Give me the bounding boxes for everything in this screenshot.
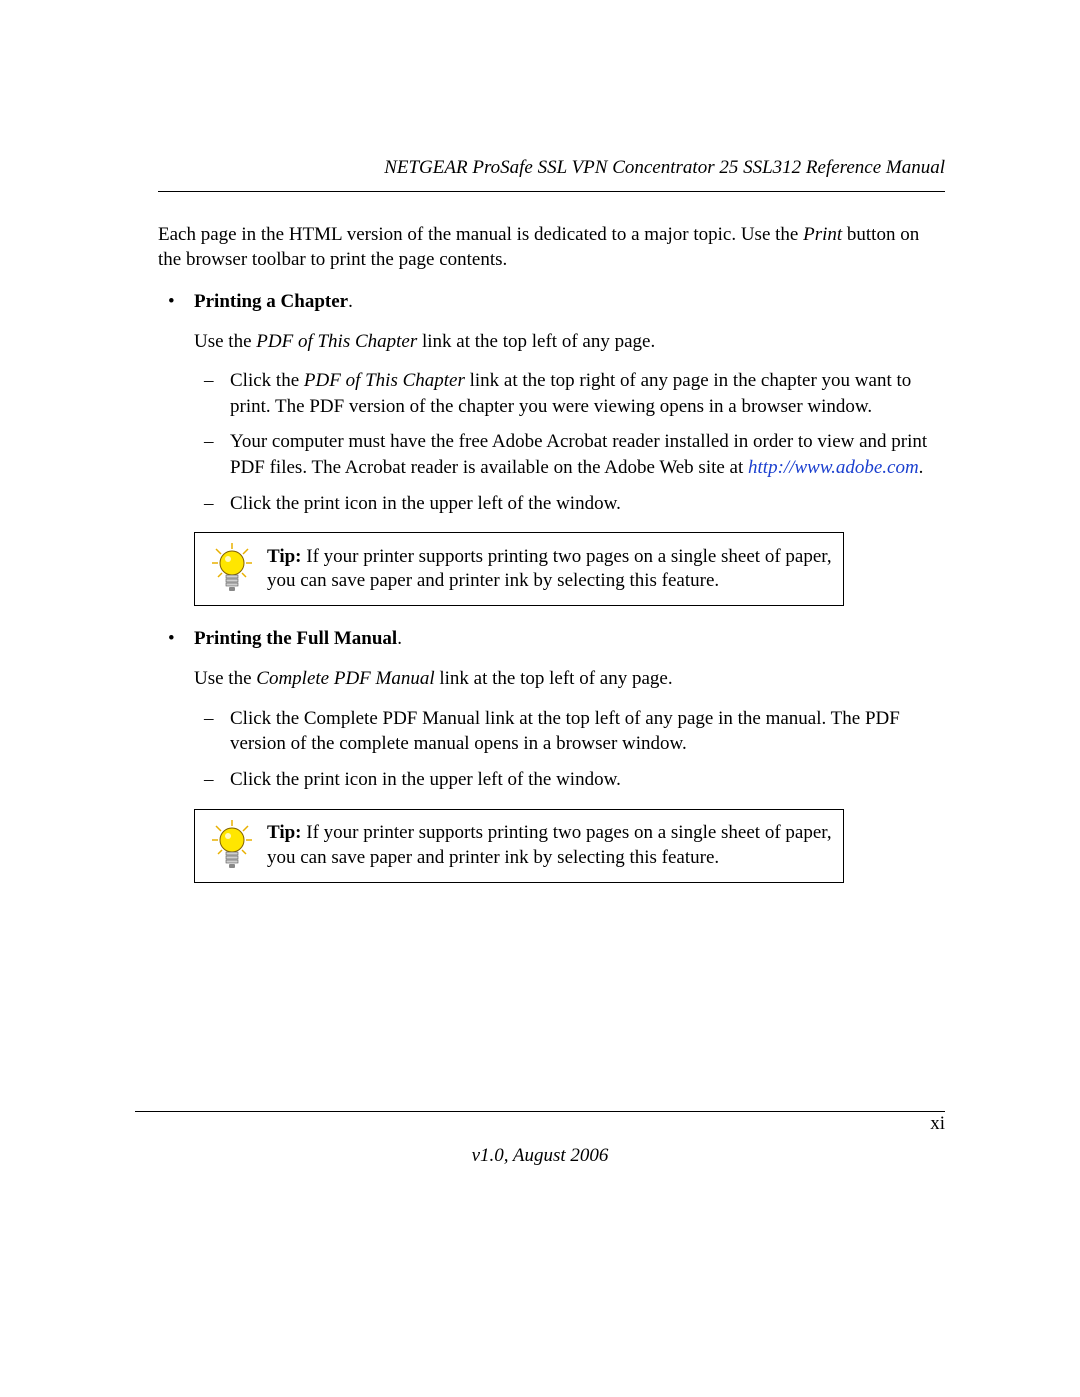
tip-box: Tip: If your printer supports printing t… [194,809,844,883]
dash-list: Click the PDF of This Chapter link at th… [194,368,945,516]
intro-ital: Print [803,224,842,245]
section-title: Printing the Full Manual [194,628,397,649]
tip-text: Tip: If your printer supports printing t… [261,545,833,594]
tip-body: If your printer supports printing two pa… [267,546,832,592]
version-line: v1.0, August 2006 [0,1143,1080,1169]
dash-item: Click the PDF of This Chapter link at th… [194,368,945,419]
dash-list: Click the Complete PDF Manual link at th… [194,706,945,793]
tip-label: Tip: [267,822,302,843]
document-page: NETGEAR ProSafe SSL VPN Concentrator 25 … [0,0,1080,1397]
lead-post: link at the top left of any page. [417,331,655,352]
lead-pre: Use the [194,668,256,689]
section-lead: Use the Complete PDF Manual link at the … [194,666,945,692]
tip-box: Tip: If your printer supports printing t… [194,532,844,606]
tip-label: Tip: [267,546,302,567]
intro-paragraph: Each page in the HTML version of the man… [158,222,945,273]
section-printing-full-manual: Printing the Full Manual. Use the Comple… [158,626,945,882]
lead-ital: PDF of This Chapter [256,331,417,352]
section-printing-chapter: Printing a Chapter. Use the PDF of This … [158,289,945,606]
running-header: NETGEAR ProSafe SSL VPN Concentrator 25 … [158,155,945,181]
dash-item: Your computer must have the free Adobe A… [194,429,945,480]
footer-rule [135,1111,945,1112]
adobe-link[interactable]: http://www.adobe.com [748,457,919,478]
lightbulb-icon [208,818,256,874]
lead-ital: Complete PDF Manual [256,668,434,689]
tip-body: If your printer supports printing two pa… [267,822,832,868]
footer [135,1111,945,1112]
lightbulb-icon [208,541,256,597]
lead-pre: Use the [194,331,256,352]
dash-item: Click the print icon in the upper left o… [194,491,945,517]
section-lead: Use the PDF of This Chapter link at the … [194,329,945,355]
section-title-row: Printing the Full Manual. [194,626,945,652]
section-title: Printing a Chapter [194,291,348,312]
dash-item: Click the Complete PDF Manual link at th… [194,706,945,757]
page-number: xi [930,1111,945,1137]
dash-item: Click the print icon in the upper left o… [194,767,945,793]
tip-icon-cell [203,541,261,597]
section-list: Printing a Chapter. Use the PDF of This … [158,289,945,883]
intro-pre: Each page in the HTML version of the man… [158,224,803,245]
tip-icon-cell [203,818,261,874]
tip-text: Tip: If your printer supports printing t… [261,821,833,870]
body-content: Each page in the HTML version of the man… [158,192,945,883]
lead-post: link at the top left of any page. [435,668,673,689]
section-title-row: Printing a Chapter. [194,289,945,315]
